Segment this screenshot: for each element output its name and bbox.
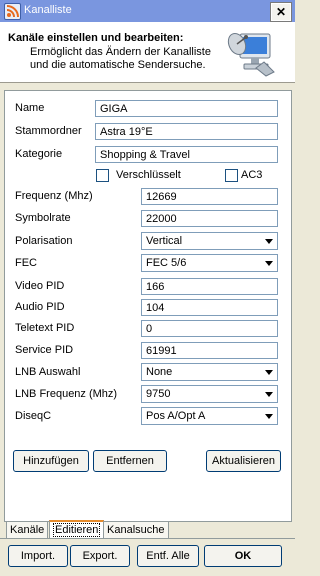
chevron-down-icon[interactable] (262, 365, 276, 379)
export-button[interactable]: Export. (70, 545, 130, 567)
tab-divider (0, 538, 295, 539)
kategorie-field[interactable]: Shopping & Travel (95, 146, 278, 163)
diseqc-label: DiseqC (15, 410, 52, 422)
title-bar: Kanalliste ✕ (0, 0, 295, 22)
close-button[interactable]: ✕ (270, 2, 292, 22)
header-subtitle-line-2: und die automatische Sendersuche. (30, 59, 206, 71)
polarisation-label: Polarisation (15, 235, 73, 247)
lnb-auswahl-label: LNB Auswahl (15, 366, 81, 378)
header-subtitle-line-1: Ermöglicht das Ändern der Kanalliste (30, 46, 211, 58)
symbolrate-label: Symbolrate (15, 212, 71, 224)
remove-button[interactable]: Entfernen (93, 450, 167, 472)
computer-satellite-icon (227, 32, 275, 77)
video-pid-label: Video PID (15, 280, 65, 292)
polarisation-select[interactable]: Vertical (141, 232, 278, 250)
fec-select[interactable]: FEC 5/6 (141, 254, 278, 272)
header-title: Kanäle einstellen und bearbeiten: (8, 32, 184, 44)
stammordner-label: Stammordner (15, 125, 82, 137)
chevron-down-icon[interactable] (262, 409, 276, 423)
edit-panel: Name GIGA Stammordner Astra 19°E Kategor… (4, 90, 292, 522)
tab-kanaele[interactable]: Kanäle (6, 521, 49, 538)
name-label: Name (15, 102, 45, 114)
frequenz-field[interactable]: 12669 (141, 188, 278, 205)
add-button[interactable]: Hinzufügen (13, 450, 89, 472)
stammordner-field[interactable]: Astra 19°E (95, 123, 278, 140)
header-subtitle: Ermöglicht das Ändern der Kanalliste und… (30, 46, 211, 72)
service-pid-label: Service PID (15, 344, 74, 356)
ok-button[interactable]: OK (204, 545, 282, 567)
ac3-checkbox[interactable] (225, 169, 238, 182)
lnb-frequenz-value: 9750 (146, 388, 171, 400)
kategorie-label: Kategorie (15, 148, 63, 160)
delete-all-button[interactable]: Entf. Alle (137, 545, 199, 567)
fec-label: FEC (15, 257, 37, 269)
lnb-auswahl-value: None (146, 366, 173, 378)
lnb-frequenz-select[interactable]: 9750 (141, 385, 278, 403)
window-title: Kanalliste (24, 4, 72, 16)
ac3-label: AC3 (241, 169, 263, 181)
audio-pid-label: Audio PID (15, 301, 65, 313)
tab-kanalsuche-label: Kanalsuche (107, 524, 165, 536)
chevron-down-icon[interactable] (262, 234, 276, 248)
lnb-frequenz-label: LNB Frequenz (Mhz) (15, 388, 118, 400)
lnb-auswahl-select[interactable]: None (141, 363, 278, 381)
app-icon (4, 3, 21, 20)
fec-value: FEC 5/6 (146, 257, 187, 269)
tab-editieren-label: Editieren (53, 523, 101, 537)
teletext-pid-field[interactable]: 0 (141, 320, 278, 337)
service-pid-field[interactable]: 61991 (141, 342, 278, 359)
update-button[interactable]: Aktualisieren (206, 450, 281, 472)
frequenz-label: Frequenz (Mhz) (15, 190, 93, 202)
tab-editieren[interactable]: Editieren (49, 520, 105, 539)
close-icon: ✕ (275, 5, 287, 19)
polarisation-value: Vertical (146, 235, 183, 247)
name-field[interactable]: GIGA (95, 100, 278, 117)
tab-kanalsuche[interactable]: Kanalsuche (103, 521, 169, 538)
video-pid-field[interactable]: 166 (141, 278, 278, 295)
audio-pid-field[interactable]: 104 (141, 299, 278, 316)
verschluesselt-label: Verschlüsselt (116, 169, 181, 181)
import-button[interactable]: Import. (8, 545, 68, 567)
symbolrate-field[interactable]: 22000 (141, 210, 278, 227)
header-banner: Kanäle einstellen und bearbeiten: Ermögl… (0, 22, 295, 83)
diseqc-value: Pos A/Opt A (146, 410, 206, 422)
tab-strip: Kanäle Editieren Kanalsuche Import. Expo… (0, 520, 295, 576)
teletext-pid-label: Teletext PID (15, 322, 75, 334)
chevron-down-icon[interactable] (262, 387, 276, 401)
diseqc-select[interactable]: Pos A/Opt A (141, 407, 278, 425)
verschluesselt-checkbox[interactable] (96, 169, 109, 182)
tab-kanaele-label: Kanäle (10, 524, 45, 536)
chevron-down-icon[interactable] (262, 256, 276, 270)
